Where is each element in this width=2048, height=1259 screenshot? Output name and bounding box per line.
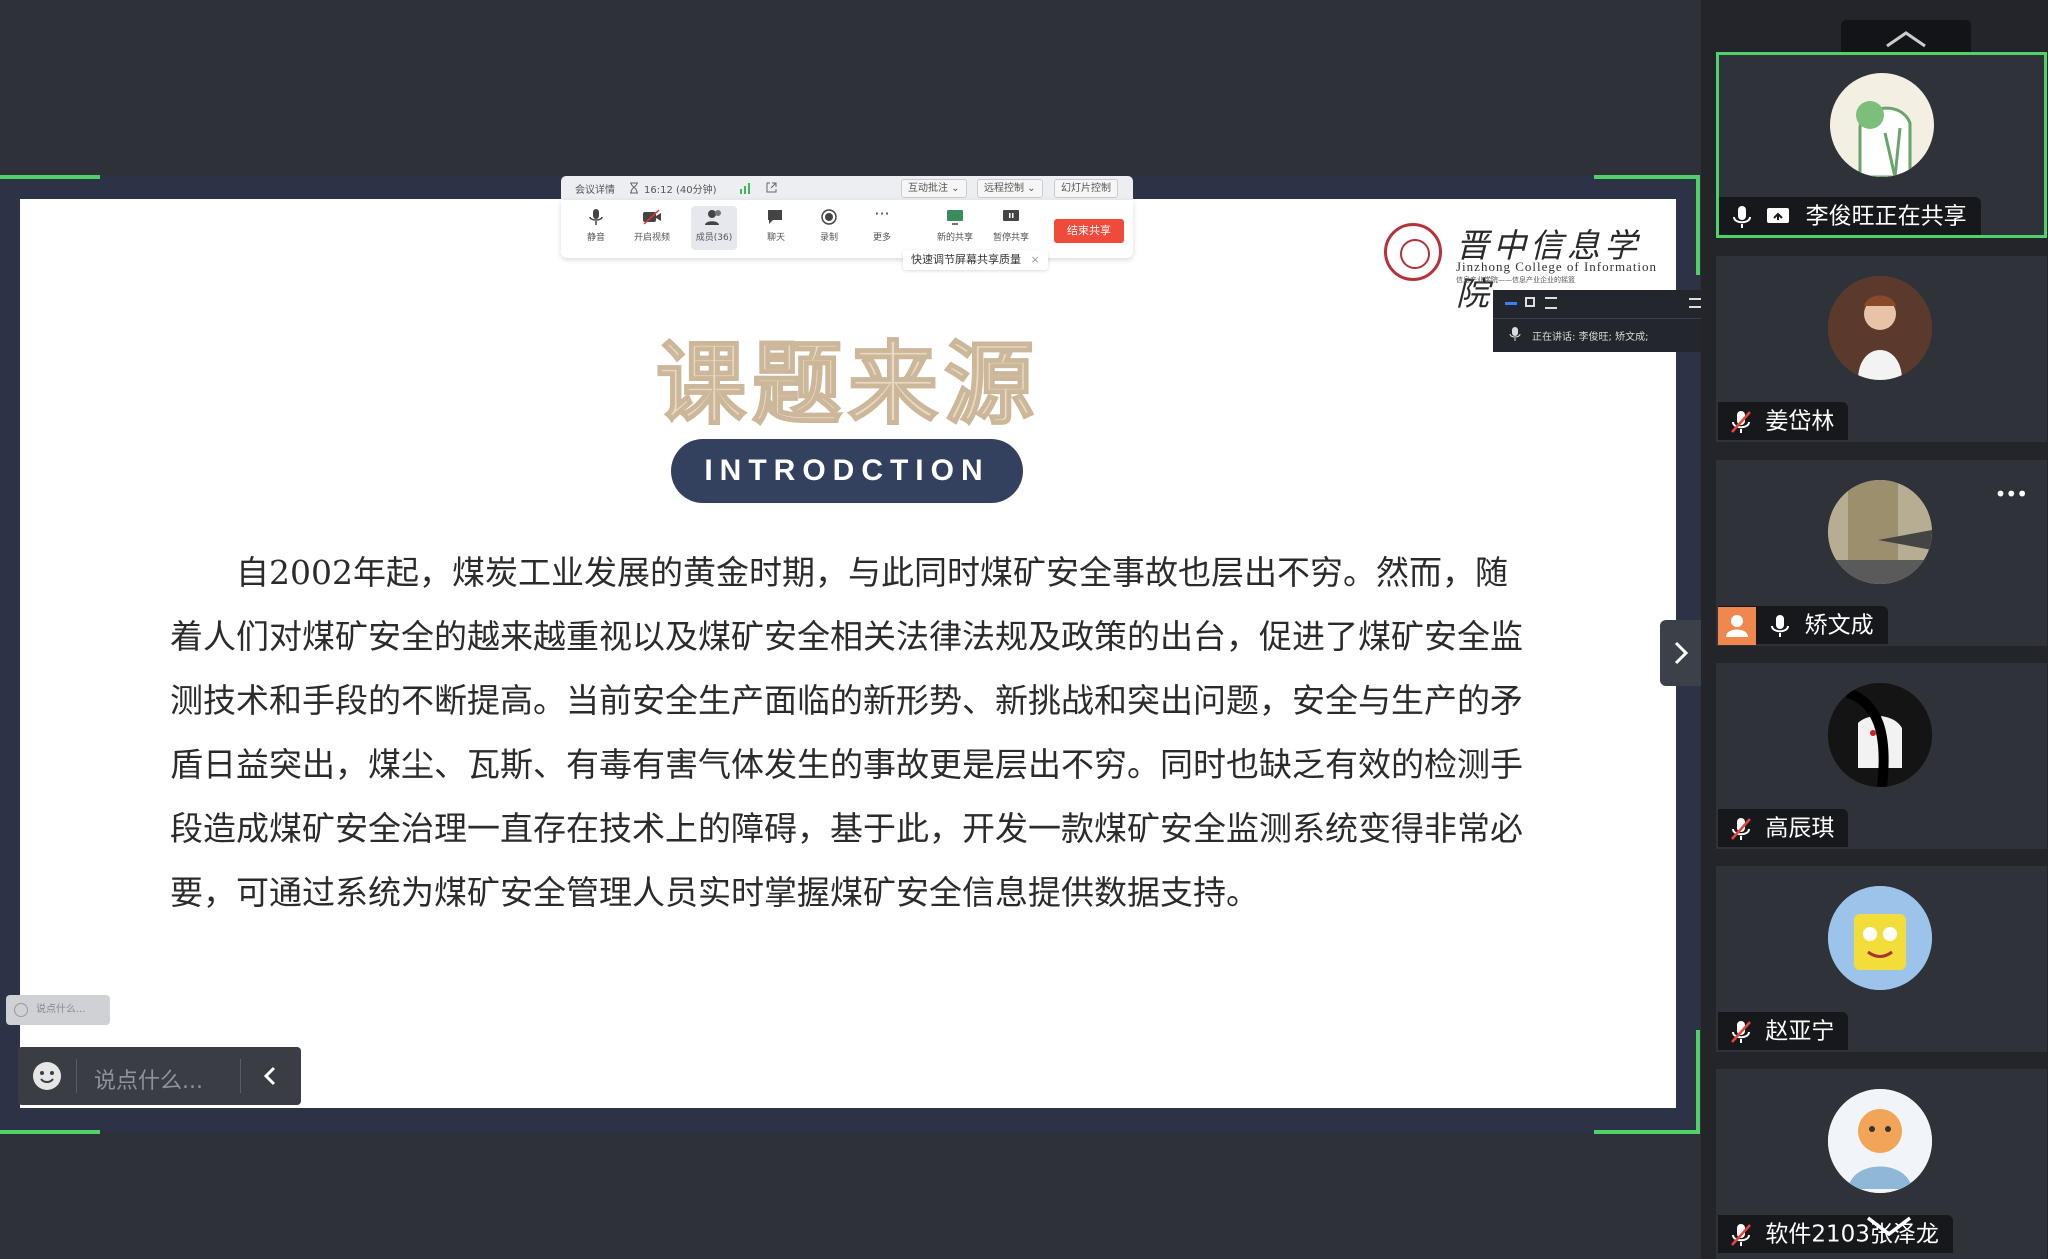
chevron-left-icon[interactable] — [262, 1065, 278, 1087]
participant-name-tag: 矫文成 — [1718, 606, 1888, 645]
participant-tile[interactable]: 赵亚宁 — [1716, 866, 2047, 1052]
pause-share-icon — [1003, 210, 1019, 221]
toolbar-header: 会议详情 16:12 (40分钟) 互动批注 ⌄ 远程控制 ⌄ 幻灯片控制 — [561, 176, 1133, 200]
more-icon: ··· — [874, 204, 890, 223]
meeting-toolbar: 静音 开启视频 成员(36) 聊天 录制 ··· 更多 新的共享 暂停共享 结束… — [561, 200, 1133, 258]
college-motto: 信息产业学院——信息产业企业的摇篮 — [1456, 276, 1575, 284]
record-button[interactable]: 录制 — [806, 206, 852, 250]
members-icon — [705, 210, 721, 225]
slide-control-button[interactable]: 幻灯片控制 — [1054, 179, 1118, 198]
new-share-button[interactable]: 新的共享 — [932, 206, 978, 250]
list-icon[interactable] — [1545, 297, 1557, 309]
slide-subtitle: INTRODCTION — [671, 439, 1023, 503]
microphone-icon — [1509, 327, 1521, 341]
screen-share-icon — [1767, 207, 1790, 223]
participant-name-tag: 赵亚宁 — [1718, 1012, 1849, 1050]
more-button[interactable]: ··· 更多 — [859, 206, 905, 250]
window-icon[interactable] — [1525, 297, 1535, 307]
chevron-right-icon — [1674, 641, 1689, 665]
video-button[interactable]: 开启视频 — [629, 206, 675, 250]
menu-icon[interactable] — [1689, 298, 1701, 308]
scroll-down-button[interactable] — [1828, 1201, 1948, 1251]
avatar — [1828, 480, 1932, 584]
avatar — [1828, 1089, 1932, 1193]
share-corner-tr-v — [1696, 175, 1700, 275]
host-icon — [1718, 606, 1756, 645]
participant-tile[interactable]: 李俊旺正在共享 — [1716, 52, 2047, 238]
avatar — [1830, 73, 1934, 177]
speaking-widget-toolbar — [1493, 290, 1701, 319]
meeting-details-link[interactable]: 会议详情 — [575, 181, 615, 196]
interactive-annotation-button[interactable]: 互动批注 ⌄ — [901, 179, 967, 198]
slide-title: 课题来源 — [655, 330, 1040, 438]
end-share-button[interactable]: 结束共享 — [1054, 219, 1124, 243]
microphone-muted-icon — [1731, 1020, 1751, 1043]
remote-control-button[interactable]: 远程控制 ⌄ — [977, 179, 1043, 198]
microphone-muted-icon — [1731, 1223, 1751, 1246]
share-corner-tl-h — [0, 175, 100, 179]
college-name-en: Jinzhong College of Information — [1456, 259, 1658, 274]
share-corner-bl-h — [0, 1130, 100, 1134]
signal-icon — [740, 183, 750, 194]
microphone-muted-icon — [1731, 410, 1751, 433]
share-corner-br-h — [1594, 1130, 1700, 1134]
chat-placeholder[interactable]: 说点什么... — [94, 1063, 203, 1095]
chat-icon — [768, 210, 782, 224]
mute-button[interactable]: 静音 — [573, 206, 619, 250]
chevron-up-icon — [1886, 31, 1926, 48]
share-corner-tr-h — [1594, 175, 1700, 179]
emoji-icon[interactable] — [32, 1061, 62, 1091]
chat-input-bar[interactable]: 说点什么... — [18, 1047, 301, 1105]
record-icon — [821, 209, 837, 225]
share-quality-tip[interactable]: 快速调节屏幕共享质量 × — [903, 250, 1048, 270]
chat-separator — [240, 1059, 241, 1093]
pause-share-button[interactable]: 暂停共享 — [988, 206, 1034, 250]
avatar — [1828, 683, 1932, 787]
slide-paragraph: 自2002年起，煤炭工业发展的黄金时期，与此同时煤矿安全事故也层出不穷。然而，随… — [170, 553, 1523, 912]
presentation-slide: 晋中信息学院 Jinzhong College of Information 信… — [20, 199, 1676, 1108]
avatar — [1828, 886, 1932, 990]
hourglass-icon — [630, 182, 638, 194]
microphone-icon — [1771, 614, 1790, 637]
participant-tile[interactable]: 姜岱林 — [1716, 256, 2047, 442]
chat-separator — [76, 1059, 77, 1093]
chevron-down-icon — [1866, 1216, 1912, 1237]
microphone-muted-icon — [1731, 817, 1751, 840]
members-button[interactable]: 成员(36) — [691, 206, 737, 250]
smile-icon — [14, 1003, 28, 1017]
screen-share-icon — [947, 210, 963, 225]
share-corner-br-v — [1696, 1030, 1700, 1134]
minimize-icon[interactable] — [1505, 302, 1517, 305]
avatar — [1828, 276, 1932, 380]
college-seal-icon — [1384, 223, 1442, 281]
video-off-icon — [643, 209, 661, 225]
speaking-names: 正在讲话: 李俊旺; 矫文成; — [1532, 332, 1649, 343]
popout-icon[interactable] — [765, 181, 778, 194]
chat-mini-input[interactable]: 说点什么... — [6, 995, 110, 1025]
microphone-icon — [1733, 205, 1751, 228]
participant-name-tag: 高辰琪 — [1718, 809, 1849, 847]
collapse-panel-button[interactable] — [1660, 620, 1701, 686]
speaking-indicator: 正在讲话: 李俊旺; 矫文成; — [1493, 290, 1701, 352]
participant-name-tag: 李俊旺正在共享 — [1719, 197, 1981, 235]
participant-tile[interactable]: ••• 矫文成 — [1716, 460, 2047, 646]
chat-button[interactable]: 聊天 — [753, 206, 799, 250]
participant-name-tag: 姜岱林 — [1718, 402, 1849, 440]
meeting-timer[interactable]: 16:12 (40分钟) — [644, 181, 717, 196]
close-icon[interactable]: × — [1031, 253, 1040, 266]
college-logo: 晋中信息学院 Jinzhong College of Information 信… — [1384, 219, 1664, 313]
more-options-icon[interactable]: ••• — [1995, 482, 2028, 506]
microphone-icon — [589, 209, 603, 225]
participant-tile[interactable]: 高辰琪 — [1716, 663, 2047, 849]
